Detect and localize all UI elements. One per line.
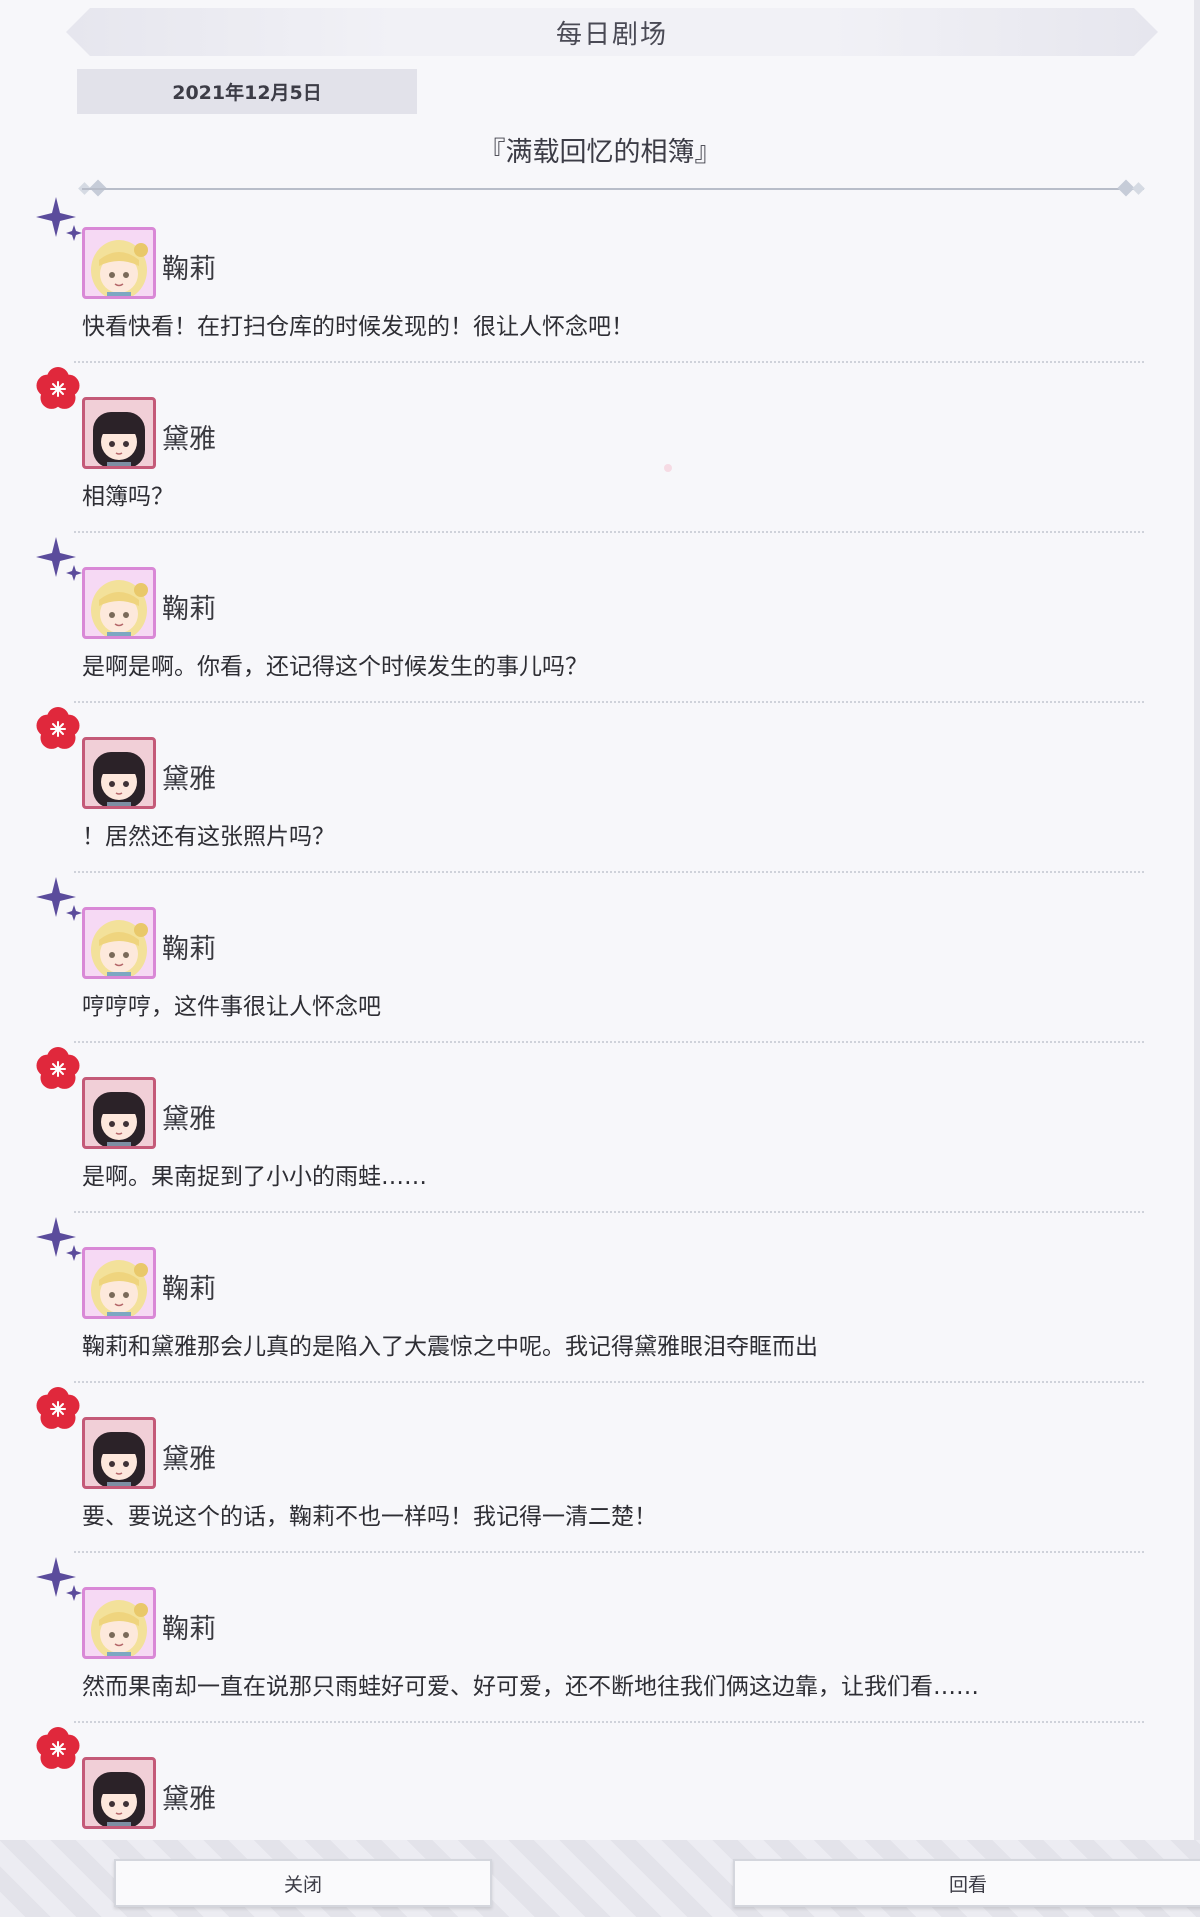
dialogue-line: 哼哼哼，这件事很让人怀念吧 [82,994,381,1020]
dialogue-line: 相簿吗？ [82,484,174,510]
avatar-mari [82,567,156,639]
dialogue-entry: 鞠莉快看快看！在打扫仓库的时候发现的！很让人怀念吧！ [0,195,1200,365]
avatar-mari [82,227,156,299]
dialogue-text: 哼哼哼，这件事很让人怀念吧 [82,985,381,1029]
avatar-dia [82,397,156,469]
plum-blossom-icon [36,1387,80,1429]
header-banner: 每日剧场 [66,8,1158,56]
dialogue-entry: 鞠莉鞠莉和黛雅那会儿真的是陷入了大震惊之中呢。我记得黛雅眼泪夺眶而出 [0,1215,1200,1385]
sparkle-icon [36,197,82,241]
speaker-name: 黛雅 [162,764,216,795]
dialogue-text: 要、要说这个的话，鞠莉不也一样吗！我记得一清二楚！ [82,1495,657,1539]
speaker-name: 鞠莉 [162,1274,216,1305]
dialogue-text: 鞠莉和黛雅那会儿真的是陷入了大震惊之中呢。我记得黛雅眼泪夺眶而出 [82,1325,818,1369]
dialogue-line: ！居然还有这张照片吗？ [82,824,335,850]
speaker-name: 鞠莉 [162,1614,216,1645]
avatar-dia [82,1417,156,1489]
speaker-name: 黛雅 [162,1784,216,1815]
episode-title: 『满载回忆的相簿』 [478,137,722,168]
dialogue-line: 鞠莉和黛雅那会儿真的是陷入了大震惊之中呢。我记得黛雅眼泪夺眶而出 [82,1334,818,1360]
dialogue-entry: 黛雅 ！居然还有这张照片吗？ [0,705,1200,875]
speaker-name: 黛雅 [162,1104,216,1135]
entry-divider [74,361,1144,363]
avatar-dia [82,1757,156,1829]
avatar-mari [82,1247,156,1319]
entry-divider [74,1551,1144,1553]
entry-divider [74,1041,1144,1043]
entry-divider [74,1381,1144,1383]
entry-divider [74,1211,1144,1213]
dialogue-line: 是啊。果南捉到了小小的雨蛙…… [82,1164,427,1190]
episode-date: 2021年12月5日 [77,69,417,114]
dialogue-entry: 黛雅相簿吗？ [0,365,1200,535]
header-title: 每日剧场 [555,19,668,50]
replay-button[interactable]: 回看 [733,1859,1200,1907]
dialogue-entry: 鞠莉是啊是啊。你看，还记得这个时候发生的事儿吗？ [0,535,1200,705]
dialogue-text: ！居然还有这张照片吗？ [82,815,335,859]
sparkle-icon [36,1217,82,1261]
plum-blossom-icon [36,1047,80,1089]
close-button[interactable]: 关闭 [114,1859,492,1907]
sparkle-icon [36,877,82,921]
dialogue-text: 是啊。果南捉到了小小的雨蛙…… [82,1155,427,1199]
dialogue-line: 要、要说这个的话，鞠莉不也一样吗！我记得一清二楚！ [82,1504,657,1530]
dialogue-entry: 鞠莉然而果南却一直在说那只雨蛙好可爱、好可爱，还不断地往我们俩这边靠，让我们看…… [0,1555,1200,1725]
dialogue-text: 快看快看！在打扫仓库的时候发现的！很让人怀念吧！ [82,305,634,349]
avatar-dia [82,1077,156,1149]
dialogue-entry: 鞠莉哼哼哼，这件事很让人怀念吧 [0,875,1200,1045]
speaker-name: 鞠莉 [162,594,216,625]
entry-divider [74,1721,1144,1723]
title-divider [82,188,1144,190]
speaker-name: 鞠莉 [162,934,216,965]
entry-divider [74,701,1144,703]
dialogue-text: 相簿吗？ [82,475,174,519]
avatar-mari [82,907,156,979]
entry-divider [74,871,1144,873]
avatar-mari [82,1587,156,1659]
entry-divider [74,531,1144,533]
dialogue-line: 快看快看！在打扫仓库的时候发现的！很让人怀念吧！ [82,314,634,340]
plum-blossom-icon [36,367,80,409]
dialogue-line: 是啊是啊。你看，还记得这个时候发生的事儿吗？ [82,654,588,680]
speaker-name: 黛雅 [162,1444,216,1475]
sparkle-icon [36,537,82,581]
dialogue-entry: 黛雅是啊。果南捉到了小小的雨蛙…… [0,1045,1200,1215]
dialogue-text: 然而果南却一直在说那只雨蛙好可爱、好可爱，还不断地往我们俩这边靠，让我们看…… [82,1665,979,1709]
sparkle-icon [36,1557,82,1601]
dialogue-line: 然而果南却一直在说那只雨蛙好可爱、好可爱，还不断地往我们俩这边靠，让我们看…… [82,1674,979,1700]
speaker-name: 鞠莉 [162,254,216,285]
speaker-name: 黛雅 [162,424,216,455]
dialogue-text: 是啊是啊。你看，还记得这个时候发生的事儿吗？ [82,645,588,689]
avatar-dia [82,737,156,809]
dialogue-entry: 黛雅要、要说这个的话，鞠莉不也一样吗！我记得一清二楚！ [0,1385,1200,1555]
plum-blossom-icon [36,707,80,749]
plum-blossom-icon [36,1727,80,1769]
